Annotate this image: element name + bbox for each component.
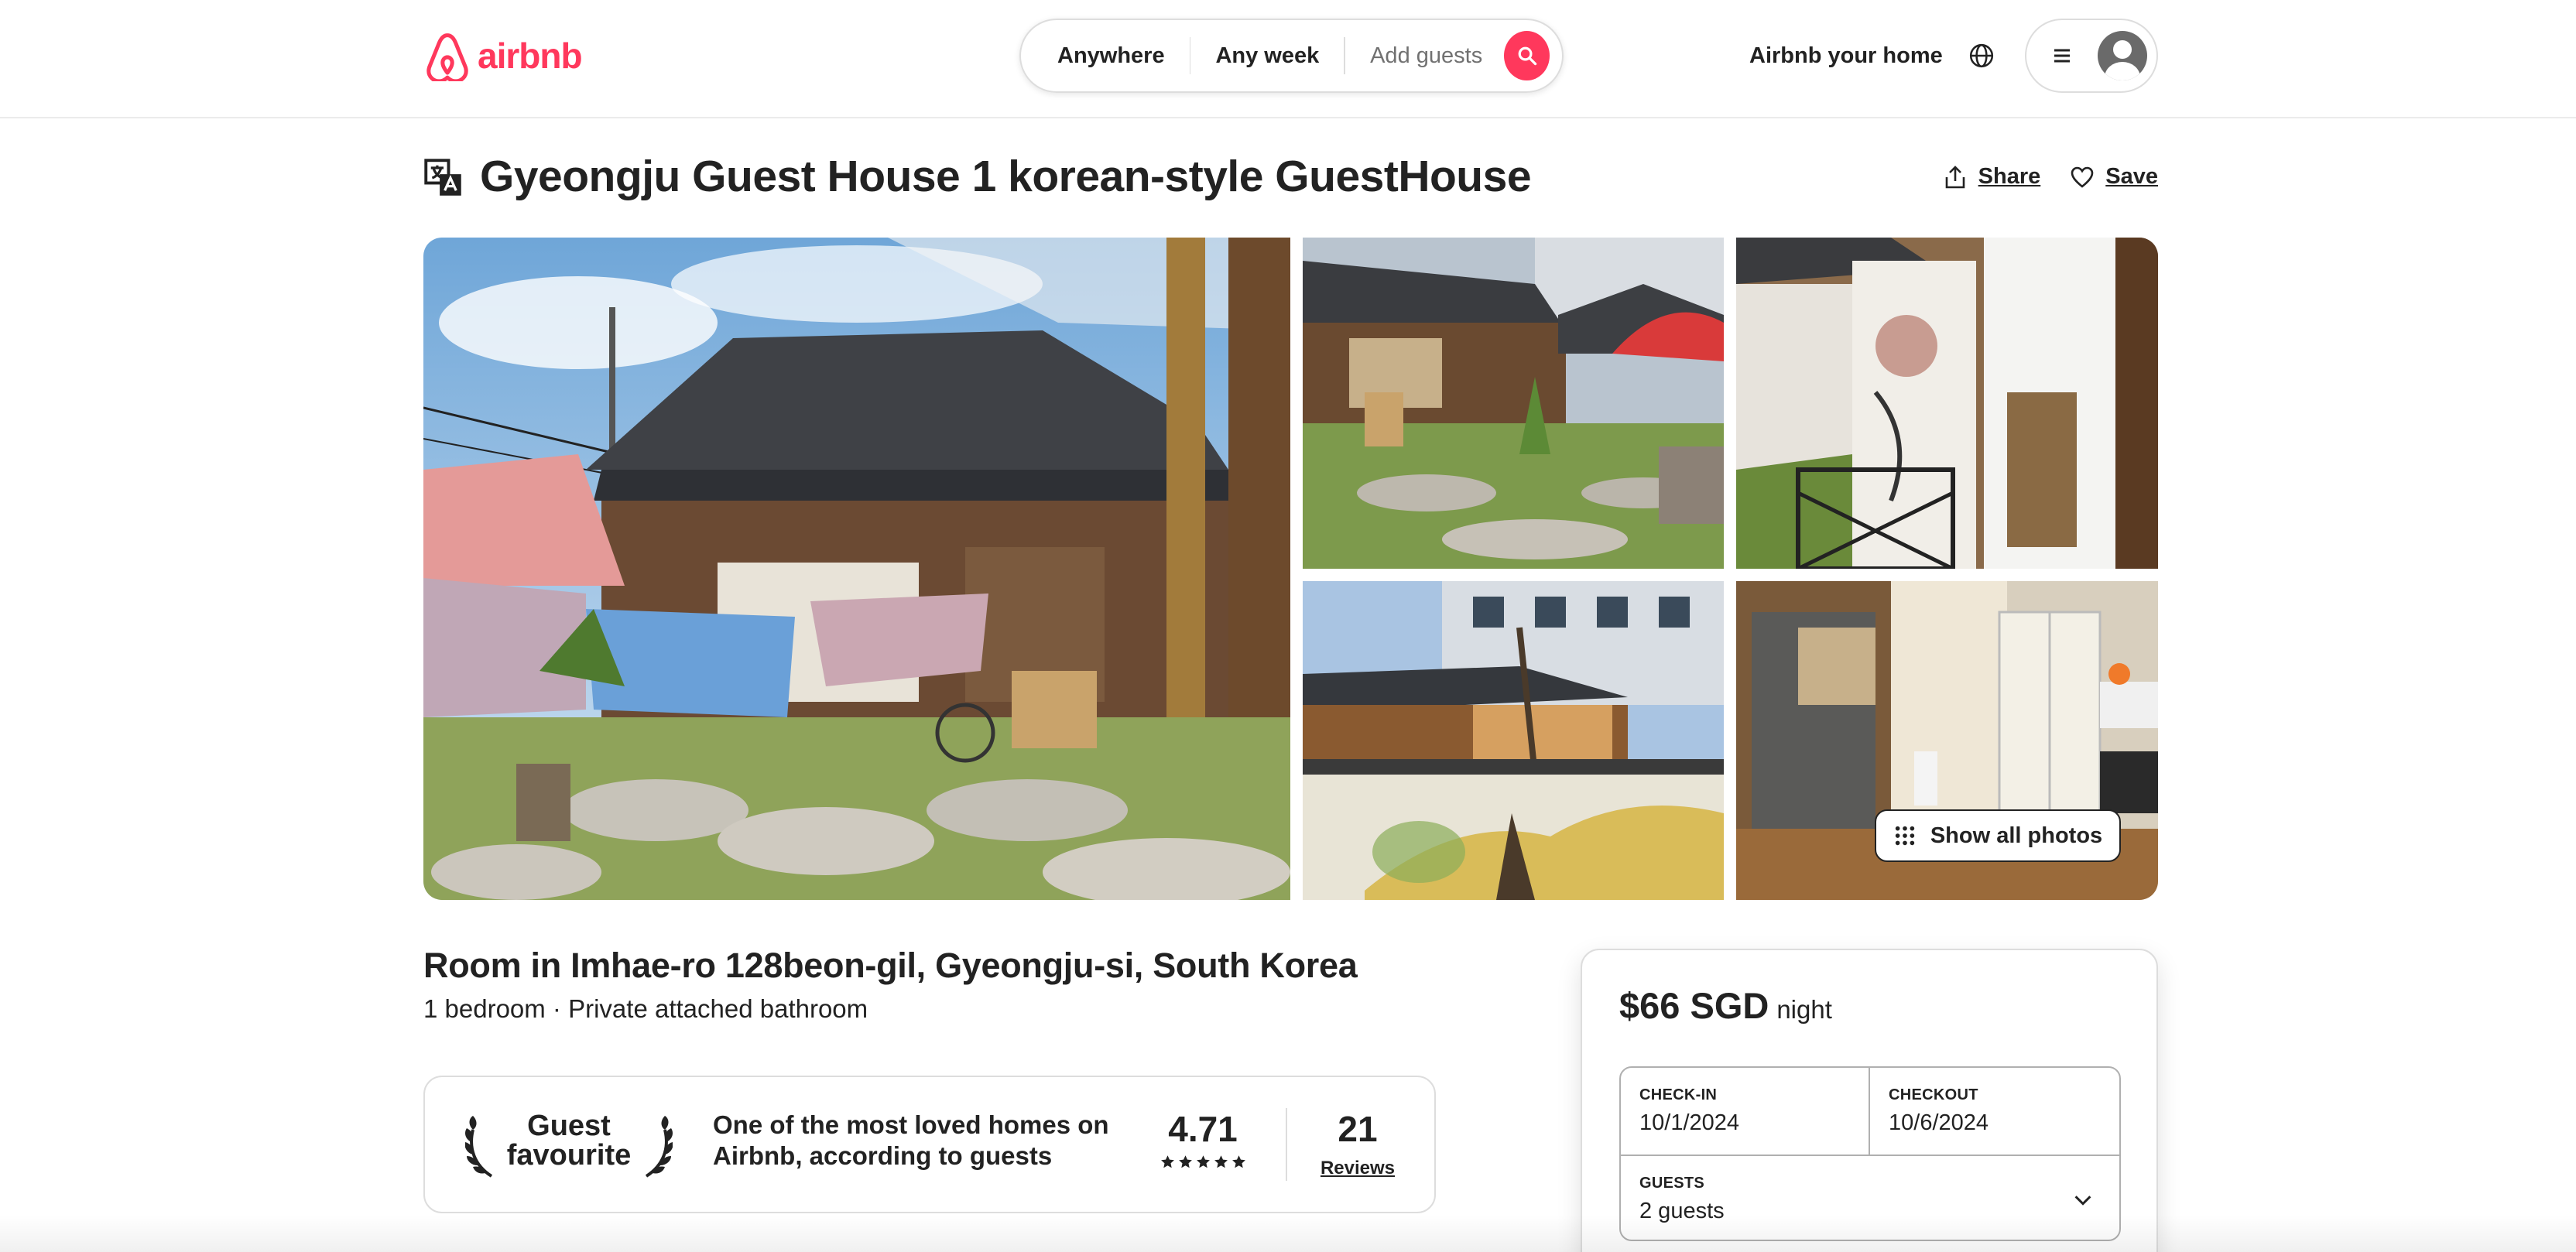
- search-any-week[interactable]: Any week: [1190, 36, 1344, 75]
- bottom-shadow: [0, 1215, 2576, 1252]
- guest-favourite-description: One of the most loved homes on Airbnb, a…: [713, 1110, 1109, 1170]
- photo-painted-wall[interactable]: [1736, 238, 2158, 569]
- show-all-photos-label: Show all photos: [1930, 823, 2103, 848]
- rating-value: 4.71: [1168, 1109, 1238, 1149]
- hamburger-menu-icon: [2050, 43, 2074, 68]
- heart-icon: [2071, 166, 2094, 188]
- translate-icon: [424, 159, 461, 196]
- guest-favourite-line2: favourite: [506, 1139, 632, 1172]
- guests-dropdown[interactable]: GUESTS 2 guests: [1621, 1155, 2119, 1241]
- checkin-label: CHECK-IN: [1639, 1086, 1718, 1103]
- photo-mural-wall[interactable]: [1303, 581, 1724, 900]
- star-icon: [1178, 1155, 1192, 1168]
- share-button[interactable]: Share: [1943, 164, 2041, 190]
- laurel-icon: [645, 1116, 673, 1178]
- top-header: airbnb Anywhere Any week Add guests Airb…: [0, 0, 2576, 118]
- checkout-field[interactable]: CHECKOUT 10/6/2024: [1870, 1068, 2121, 1155]
- booking-card: $66 SGD night CHECK-IN 10/1/2024 CHECKOU…: [1581, 949, 2158, 1252]
- rating-divider: [1286, 1108, 1287, 1181]
- avatar-icon: [2098, 31, 2147, 80]
- reviews-count: 21: [1338, 1109, 1378, 1149]
- room-location-title: Room in Imhae-ro 128beon-gil, Gyeongju-s…: [423, 946, 1358, 985]
- reviews-link[interactable]: Reviews: [1307, 1158, 1408, 1179]
- price-amount: $66 SGD: [1619, 985, 1769, 1026]
- rating-stars: [1153, 1155, 1253, 1169]
- star-icon: [1214, 1155, 1228, 1168]
- search-bar[interactable]: Anywhere Any week Add guests: [1019, 19, 1564, 93]
- show-all-photos-button[interactable]: Show all photos: [1875, 809, 2121, 862]
- globe-icon: [1969, 43, 1994, 68]
- logo-text: airbnb: [478, 36, 583, 76]
- grid-icon: [1895, 826, 1915, 846]
- reservation-inputs: CHECK-IN 10/1/2024 CHECKOUT 10/6/2024 GU…: [1619, 1066, 2121, 1241]
- airbnb-your-home-link[interactable]: Airbnb your home: [1734, 37, 1958, 74]
- photo-main-courtyard[interactable]: [423, 238, 1290, 900]
- airbnb-logo-icon: [426, 33, 468, 81]
- star-icon: [1196, 1155, 1210, 1168]
- guest-favourite-banner: Guest favourite One of the most loved ho…: [423, 1076, 1436, 1213]
- laurel-icon: [465, 1116, 493, 1178]
- price-unit: night: [1776, 995, 1832, 1024]
- checkout-value: 10/6/2024: [1889, 1110, 1989, 1135]
- checkin-value: 10/1/2024: [1639, 1110, 1740, 1135]
- guests-value: 2 guests: [1639, 1199, 1725, 1223]
- save-label: Save: [2105, 164, 2158, 189]
- user-menu-button[interactable]: [2025, 19, 2158, 93]
- share-label: Share: [1978, 164, 2041, 189]
- photo-courtyard-umbrella[interactable]: [1303, 238, 1724, 569]
- airbnb-logo[interactable]: airbnb: [423, 29, 583, 82]
- save-button[interactable]: Save: [2070, 164, 2158, 190]
- checkout-label: CHECKOUT: [1889, 1086, 1978, 1103]
- star-icon: [1231, 1155, 1245, 1168]
- search-add-guests[interactable]: Add guests: [1345, 36, 1504, 75]
- search-button[interactable]: [1504, 31, 1550, 80]
- guest-favourite-line1: Guest: [527, 1110, 611, 1142]
- listing-title: Gyeongju Guest House 1 korean-style Gues…: [480, 152, 1532, 201]
- guests-label: GUESTS: [1639, 1175, 1705, 1192]
- language-button[interactable]: [1963, 34, 2000, 77]
- room-details: 1 bedroom · Private attached bathroom: [423, 994, 868, 1023]
- photo-gallery: [423, 238, 2158, 900]
- title-actions: Share Save: [1943, 164, 2158, 190]
- price-row: $66 SGD night: [1619, 984, 1832, 1027]
- checkin-field[interactable]: CHECK-IN 10/1/2024: [1621, 1068, 1870, 1155]
- chevron-down-icon: [2074, 1196, 2091, 1206]
- star-icon: [1160, 1155, 1174, 1168]
- search-anywhere[interactable]: Anywhere: [1021, 36, 1190, 75]
- share-icon: [1945, 165, 1965, 188]
- search-icon: [1518, 46, 1536, 66]
- guest-favourite-label: Guest favourite: [502, 1111, 635, 1170]
